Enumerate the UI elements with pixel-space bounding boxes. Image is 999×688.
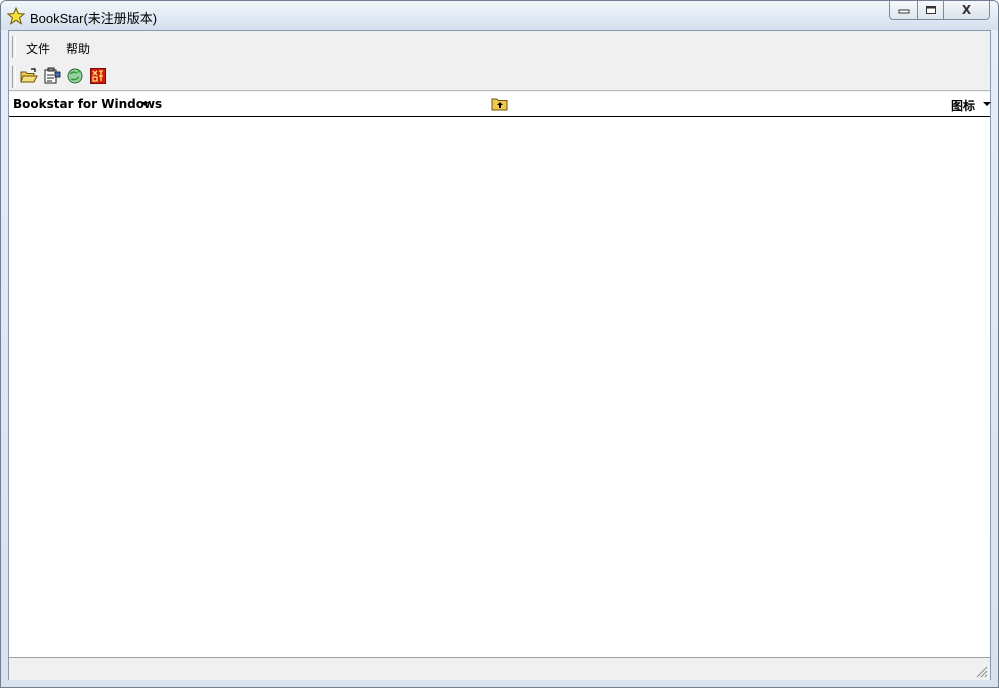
register-icon xyxy=(90,68,106,84)
refresh-button[interactable] xyxy=(66,67,84,85)
window-title: BookStar(未注册版本) xyxy=(30,11,158,26)
location-dropdown-arrow-icon[interactable] xyxy=(141,102,149,106)
menu-help[interactable]: 帮助 xyxy=(66,40,90,57)
app-window: BookStar(未注册版本) X 文件 帮助 Bookstar for Win… xyxy=(0,0,999,688)
up-folder-icon[interactable] xyxy=(491,97,509,111)
view-mode-label[interactable]: 图标 xyxy=(951,97,975,114)
open-folder-icon xyxy=(20,68,38,83)
minimize-button[interactable] xyxy=(889,1,918,20)
resize-grip-icon[interactable] xyxy=(974,664,988,678)
location-title[interactable]: Bookstar for Windows xyxy=(13,97,162,111)
close-button[interactable]: X xyxy=(944,1,990,20)
status-bar xyxy=(9,657,990,680)
view-mode-dropdown-arrow-icon[interactable] xyxy=(983,102,991,106)
menu-grip[interactable] xyxy=(12,36,16,58)
title-bar[interactable]: BookStar(未注册版本) X xyxy=(1,1,998,30)
client-area: 文件 帮助 Bookstar for Windows 图标 xyxy=(8,30,991,680)
refresh-globe-icon xyxy=(67,68,83,84)
maximize-button[interactable] xyxy=(918,1,944,20)
properties-icon xyxy=(44,67,61,84)
restore-icon xyxy=(925,6,936,14)
tool-bar xyxy=(9,61,990,91)
list-header: Bookstar for Windows 图标 xyxy=(9,92,991,117)
toolbar-grip[interactable] xyxy=(12,66,16,88)
star-app-icon xyxy=(7,7,25,25)
book-list-area[interactable] xyxy=(9,117,990,657)
menu-file[interactable]: 文件 xyxy=(26,40,50,57)
menu-bar: 文件 帮助 xyxy=(9,31,990,62)
caption-buttons: X xyxy=(889,1,990,21)
close-icon: X xyxy=(961,3,972,17)
register-button[interactable] xyxy=(89,67,107,85)
properties-button[interactable] xyxy=(43,67,61,85)
open-button[interactable] xyxy=(20,67,38,85)
minimize-icon xyxy=(898,9,909,14)
